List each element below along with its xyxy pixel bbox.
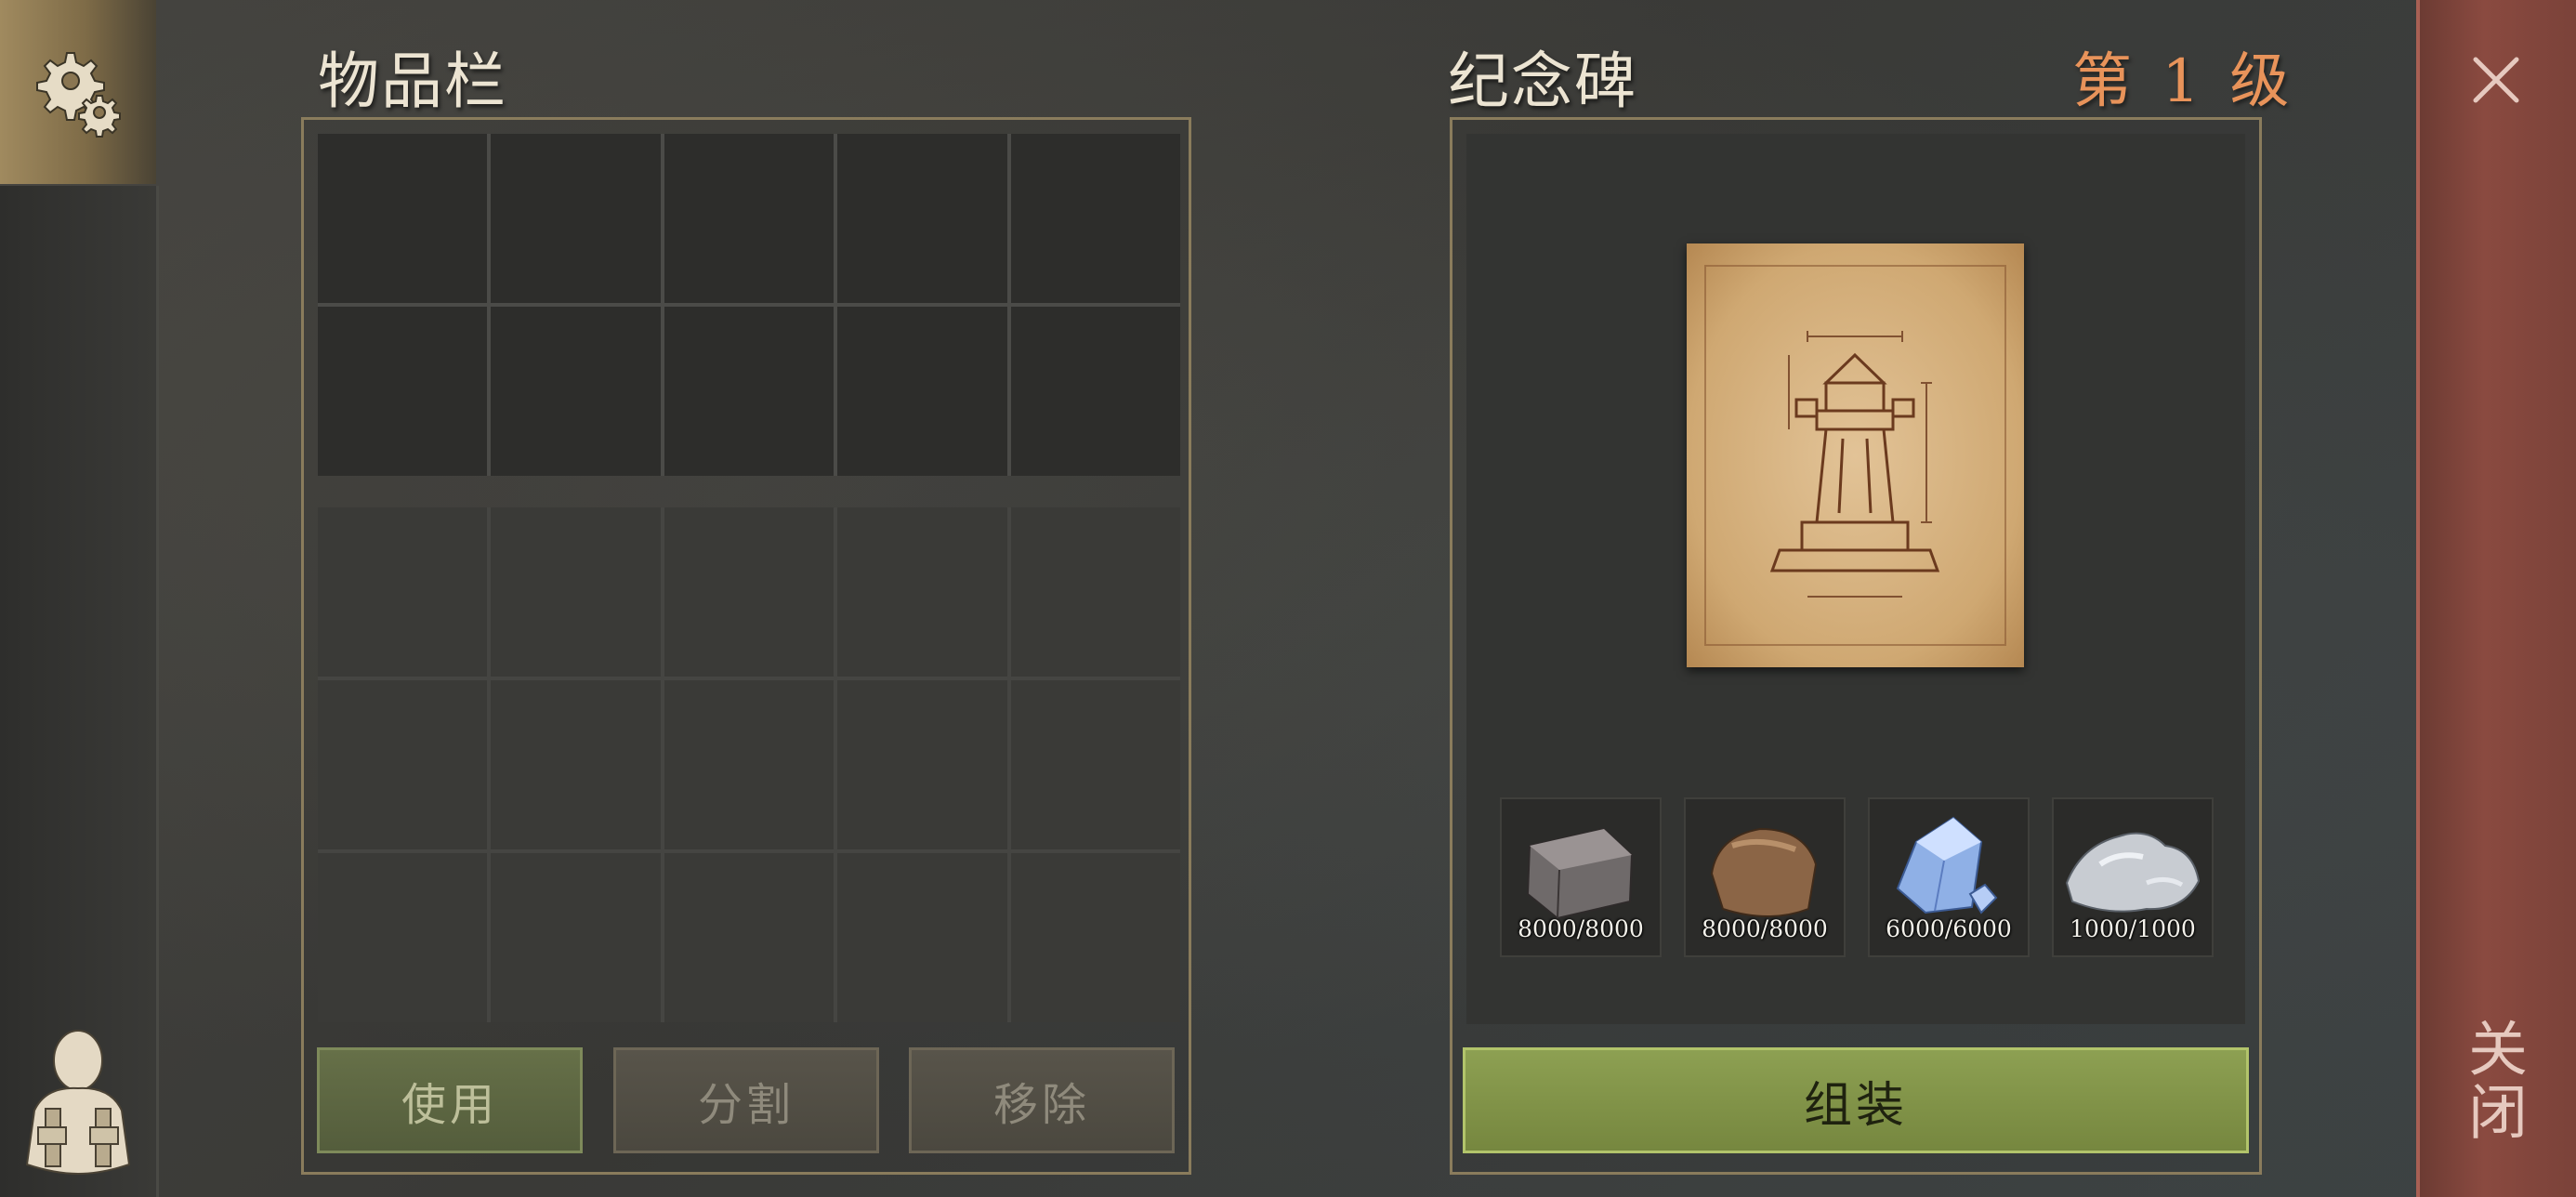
backpack-character-icon bbox=[25, 1029, 131, 1175]
gear-icon bbox=[36, 52, 121, 138]
hotbar-slot[interactable] bbox=[491, 307, 661, 476]
hotbar-slot[interactable] bbox=[664, 134, 835, 303]
inventory-slot[interactable] bbox=[491, 507, 661, 677]
inventory-slot[interactable] bbox=[664, 853, 835, 1022]
inventory-slot[interactable] bbox=[318, 507, 488, 677]
hotbar-grid bbox=[318, 134, 1180, 476]
inventory-slot[interactable] bbox=[491, 853, 661, 1022]
crystal-icon bbox=[1896, 816, 1998, 914]
inventory-slot[interactable] bbox=[837, 853, 1007, 1022]
remove-button[interactable]: 移除 bbox=[909, 1047, 1175, 1153]
hotbar-slot[interactable] bbox=[318, 134, 488, 303]
inventory-slot[interactable] bbox=[1010, 680, 1180, 849]
hotbar-slot[interactable] bbox=[837, 307, 1007, 476]
close-button[interactable] bbox=[2463, 46, 2530, 113]
level-label: 第 1 级 bbox=[2072, 47, 2295, 116]
hotbar-slot[interactable] bbox=[837, 134, 1007, 303]
inventory-slot[interactable] bbox=[837, 507, 1007, 677]
resource-slot-stone: 8000/8000 bbox=[1500, 797, 1662, 957]
hotbar-slot[interactable] bbox=[1010, 307, 1180, 476]
inventory-slot[interactable] bbox=[1010, 853, 1180, 1022]
structure-title: 纪念碑 bbox=[1448, 46, 1637, 117]
inventory-slot[interactable] bbox=[318, 680, 488, 849]
blueprint-image bbox=[1687, 243, 2024, 667]
rock-icon bbox=[1710, 827, 1818, 917]
resource-slot-ore: 1000/1000 bbox=[2052, 797, 2214, 957]
storage-grid bbox=[318, 507, 1180, 1022]
resource-count: 1000/1000 bbox=[2070, 915, 2196, 942]
stone-block-icon bbox=[1526, 827, 1634, 920]
inventory-slot[interactable] bbox=[491, 680, 661, 849]
split-button[interactable]: 分割 bbox=[613, 1047, 879, 1153]
ore-icon bbox=[2065, 832, 2201, 913]
hotbar-slot[interactable] bbox=[318, 307, 488, 476]
resource-count: 6000/6000 bbox=[1886, 915, 2012, 942]
use-button[interactable]: 使用 bbox=[317, 1047, 583, 1153]
close-label[interactable]: 关闭 bbox=[2458, 1018, 2535, 1148]
inventory-slot[interactable] bbox=[664, 680, 835, 849]
assemble-button[interactable]: 组装 bbox=[1463, 1047, 2249, 1153]
inventory-slot[interactable] bbox=[1010, 507, 1180, 677]
hotbar-slot[interactable] bbox=[664, 307, 835, 476]
resource-count: 8000/8000 bbox=[1702, 915, 1828, 942]
inventory-slot[interactable] bbox=[837, 680, 1007, 849]
character-inventory-button[interactable] bbox=[13, 1022, 143, 1180]
resource-slot-crystal: 6000/6000 bbox=[1868, 797, 2030, 957]
hotbar-slot[interactable] bbox=[1010, 134, 1180, 303]
inventory-slot[interactable] bbox=[664, 507, 835, 677]
settings-button[interactable] bbox=[0, 0, 156, 184]
hotbar-slot[interactable] bbox=[491, 134, 661, 303]
resource-slot-rock: 8000/8000 bbox=[1684, 797, 1846, 957]
game-screen: 物品栏 使用 分割 移除 纪念碑 第 1 级 8000/8000 8000/80… bbox=[0, 0, 2576, 1197]
close-icon bbox=[2473, 57, 2519, 103]
resource-count: 8000/8000 bbox=[1518, 915, 1644, 942]
inventory-title: 物品栏 bbox=[318, 46, 507, 117]
inventory-slot[interactable] bbox=[318, 853, 488, 1022]
